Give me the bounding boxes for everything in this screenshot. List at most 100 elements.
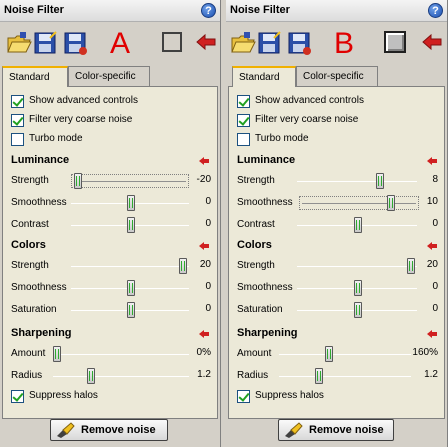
- suppress-halos-checkbox[interactable]: [237, 390, 250, 403]
- help-icon[interactable]: ?: [428, 3, 443, 18]
- colors-smoothness-thumb[interactable]: [354, 280, 362, 296]
- save-as-button[interactable]: [62, 30, 88, 56]
- brush-icon: [57, 422, 75, 438]
- luminance-contrast-row: Contrast 0: [237, 215, 438, 235]
- sharpening-radius-value: 1.2: [424, 369, 438, 380]
- colors-reset-icon[interactable]: [199, 242, 209, 250]
- tab-strip: Standard Color-specific: [2, 66, 220, 87]
- split-view-button[interactable]: [162, 32, 182, 52]
- sharpening-amount-thumb[interactable]: [53, 346, 61, 362]
- toolbar: B: [226, 23, 447, 63]
- save-icon: [34, 31, 57, 54]
- remove-noise-button[interactable]: Remove noise: [50, 419, 168, 441]
- sharpening-radius-row: Radius 1.2: [11, 366, 211, 386]
- sharpening-radius-slider[interactable]: [53, 376, 189, 377]
- sharpening-radius-thumb[interactable]: [87, 368, 95, 384]
- sharpening-reset-icon[interactable]: [199, 330, 209, 338]
- colors-saturation-value: 0: [205, 303, 211, 314]
- colors-reset-icon[interactable]: [427, 242, 437, 250]
- luminance-contrast-thumb[interactable]: [354, 217, 362, 233]
- colors-strength-label: Strength: [237, 260, 275, 271]
- colors-heading: Colors: [11, 239, 46, 251]
- filter-coarse-label: Filter very coarse noise: [29, 114, 133, 125]
- save-button[interactable]: [256, 30, 282, 56]
- luminance-strength-thumb[interactable]: [376, 173, 384, 189]
- colors-heading: Colors: [237, 239, 272, 251]
- luminance-heading: Luminance: [11, 154, 70, 166]
- colors-smoothness-row: Smoothness 0: [11, 278, 211, 298]
- colors-saturation-value: 0: [432, 303, 438, 314]
- open-button[interactable]: [230, 30, 256, 56]
- sharpening-amount-slider[interactable]: [279, 354, 411, 355]
- sharpening-radius-label: Radius: [11, 370, 43, 381]
- sharpening-radius-thumb[interactable]: [315, 368, 323, 384]
- luminance-strength-row: Strength -20: [11, 171, 211, 191]
- sharpening-reset-icon[interactable]: [427, 330, 437, 338]
- reset-button[interactable]: [422, 33, 442, 51]
- colors-saturation-thumb[interactable]: [354, 302, 362, 318]
- show-advanced-label: Show advanced controls: [255, 95, 364, 106]
- luminance-contrast-row: Contrast 0: [11, 215, 211, 235]
- sharpening-amount-row: Amount 0%: [11, 344, 211, 364]
- luminance-smoothness-label: Smoothness: [237, 197, 293, 208]
- filter-coarse-checkbox[interactable]: [11, 114, 24, 127]
- colors-strength-value: 20: [199, 259, 211, 270]
- luminance-reset-icon[interactable]: [427, 157, 437, 165]
- colors-strength-slider[interactable]: [297, 266, 417, 267]
- split-view-button[interactable]: [384, 31, 406, 53]
- remove-noise-label: Remove noise: [309, 424, 384, 436]
- show-advanced-checkbox[interactable]: [237, 95, 250, 108]
- colors-strength-row: Strength 20: [237, 256, 438, 276]
- luminance-smoothness-thumb[interactable]: [387, 195, 395, 211]
- luminance-smoothness-slider[interactable]: [299, 196, 419, 210]
- colors-saturation-thumb[interactable]: [127, 302, 135, 318]
- luminance-strength-thumb[interactable]: [74, 173, 82, 189]
- colors-strength-thumb[interactable]: [179, 258, 187, 274]
- colors-smoothness-row: Smoothness 0: [237, 278, 438, 298]
- turbo-mode-label: Turbo mode: [255, 133, 309, 144]
- turbo-mode-checkbox[interactable]: [237, 133, 250, 146]
- luminance-smoothness-value: 10: [426, 196, 438, 207]
- sharpening-heading: Sharpening: [11, 327, 72, 339]
- tab-standard[interactable]: Standard: [232, 66, 296, 87]
- save-icon: [258, 31, 281, 54]
- save-button[interactable]: [32, 30, 58, 56]
- colors-strength-thumb[interactable]: [407, 258, 415, 274]
- luminance-strength-label: Strength: [237, 175, 275, 186]
- turbo-mode-checkbox[interactable]: [11, 133, 24, 146]
- luminance-smoothness-row: Smoothness 10: [237, 193, 438, 213]
- reset-button[interactable]: [196, 33, 216, 51]
- sharpening-amount-label: Amount: [237, 348, 272, 359]
- tab-content: Show advanced controls Filter very coars…: [2, 86, 218, 419]
- suppress-halos-checkbox[interactable]: [11, 390, 24, 403]
- luminance-strength-slider[interactable]: [71, 174, 189, 188]
- sharpening-amount-thumb[interactable]: [325, 346, 333, 362]
- colors-smoothness-label: Smoothness: [11, 282, 67, 293]
- colors-smoothness-thumb[interactable]: [127, 280, 135, 296]
- luminance-contrast-thumb[interactable]: [127, 217, 135, 233]
- luminance-smoothness-value: 0: [205, 196, 211, 207]
- colors-strength-slider[interactable]: [71, 266, 189, 267]
- luminance-strength-slider[interactable]: [297, 181, 417, 182]
- noise-filter-panel-b: Noise Filter ? B Standard Color-specific…: [226, 0, 448, 447]
- tab-color-specific[interactable]: Color-specific: [68, 66, 150, 86]
- sharpening-amount-slider[interactable]: [53, 354, 189, 355]
- sharpening-amount-value: 0%: [196, 347, 211, 358]
- luminance-smoothness-thumb[interactable]: [127, 195, 135, 211]
- luminance-smoothness-label: Smoothness: [11, 197, 67, 208]
- panel-title: Noise Filter: [230, 4, 290, 16]
- tab-color-specific[interactable]: Color-specific: [296, 66, 378, 86]
- save-as-button[interactable]: [286, 30, 312, 56]
- help-icon[interactable]: ?: [201, 3, 216, 18]
- sharpening-radius-slider[interactable]: [279, 376, 411, 377]
- luminance-reset-icon[interactable]: [199, 157, 209, 165]
- open-button[interactable]: [6, 30, 32, 56]
- title-bar: Noise Filter ?: [0, 0, 220, 22]
- remove-noise-label: Remove noise: [81, 424, 156, 436]
- tab-standard[interactable]: Standard: [2, 66, 68, 87]
- filter-coarse-checkbox[interactable]: [237, 114, 250, 127]
- show-advanced-checkbox[interactable]: [11, 95, 24, 108]
- remove-noise-button[interactable]: Remove noise: [278, 419, 394, 441]
- suppress-halos-label: Suppress halos: [29, 390, 98, 401]
- luminance-contrast-label: Contrast: [237, 219, 275, 230]
